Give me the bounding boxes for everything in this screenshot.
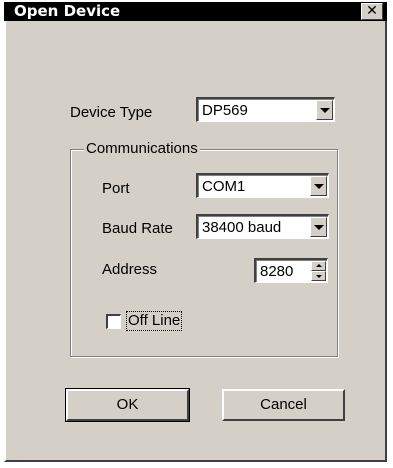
port-select[interactable]: COM1 bbox=[196, 173, 329, 198]
spin-down-button[interactable] bbox=[311, 271, 326, 281]
close-icon: ✕ bbox=[366, 3, 378, 19]
title-bar[interactable]: Open Device ✕ bbox=[4, 2, 387, 21]
port-dropdown-button[interactable] bbox=[310, 176, 327, 196]
chevron-down-icon bbox=[320, 108, 330, 113]
chevron-down-icon bbox=[314, 225, 324, 230]
window-title: Open Device bbox=[14, 2, 121, 20]
ok-button[interactable]: OK bbox=[65, 388, 190, 422]
baud-rate-dropdown-button[interactable] bbox=[310, 217, 327, 237]
address-value: 8280 bbox=[260, 263, 294, 280]
chevron-up-icon bbox=[316, 264, 322, 267]
close-button[interactable]: ✕ bbox=[361, 3, 383, 20]
communications-group-label: Communications bbox=[84, 140, 200, 157]
port-label: Port bbox=[102, 180, 130, 197]
spin-up-button[interactable] bbox=[311, 261, 326, 271]
address-spin-buttons bbox=[311, 261, 326, 281]
offline-label[interactable]: Off Line bbox=[125, 311, 183, 331]
baud-rate-value: 38400 baud bbox=[202, 219, 282, 236]
offline-checkbox[interactable] bbox=[106, 314, 121, 329]
address-spinner[interactable]: 8280 bbox=[254, 258, 328, 283]
chevron-down-icon bbox=[314, 184, 324, 189]
device-type-value: DP569 bbox=[202, 102, 248, 119]
device-type-label: Device Type bbox=[70, 104, 153, 121]
chevron-down-icon bbox=[316, 275, 322, 278]
baud-rate-select[interactable]: 38400 baud bbox=[196, 214, 329, 239]
device-type-dropdown-button[interactable] bbox=[316, 100, 333, 120]
baud-rate-label: Baud Rate bbox=[102, 220, 173, 237]
device-type-select[interactable]: DP569 bbox=[196, 97, 335, 122]
address-label: Address bbox=[102, 261, 158, 278]
cancel-button[interactable]: Cancel bbox=[222, 389, 345, 421]
port-value: COM1 bbox=[202, 178, 246, 195]
